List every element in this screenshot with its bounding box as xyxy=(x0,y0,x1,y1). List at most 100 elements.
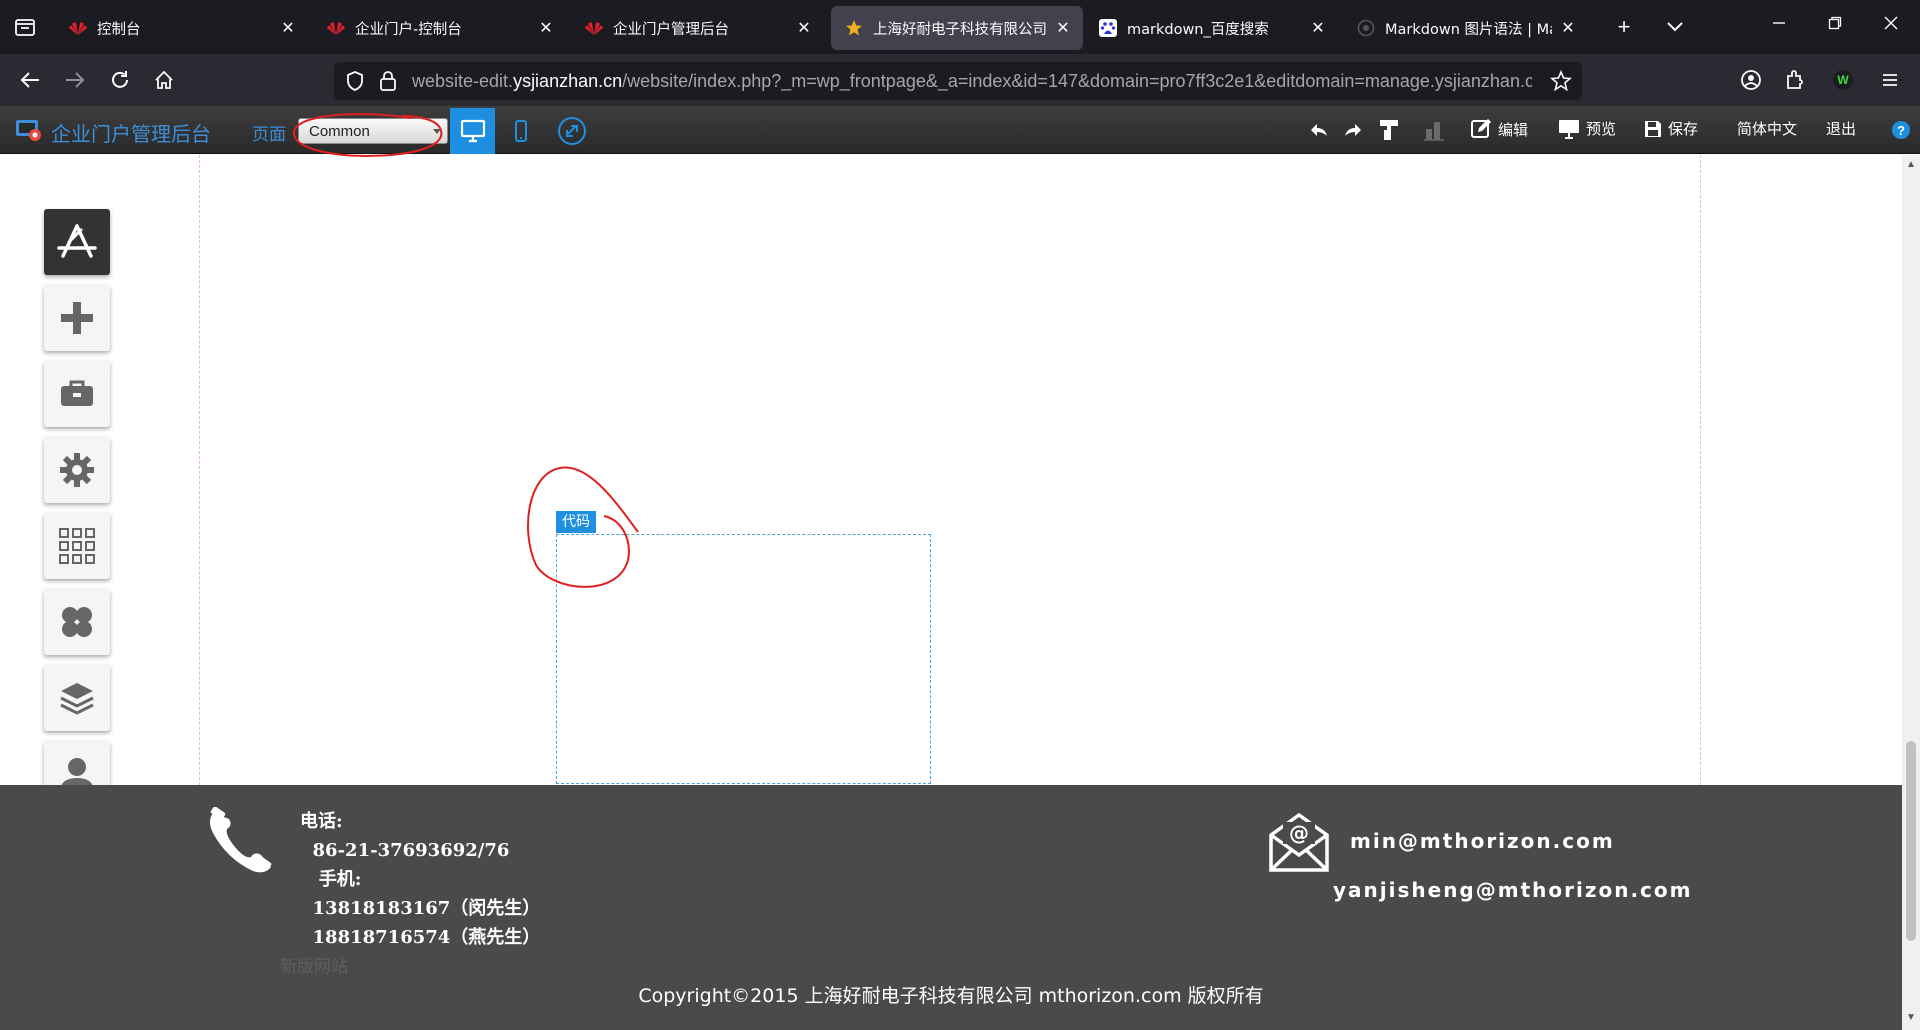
page-scrollbar[interactable]: ▲ ▼ xyxy=(1902,155,1920,1030)
close-icon[interactable]: ✕ xyxy=(794,18,814,38)
scroll-thumb[interactable] xyxy=(1906,741,1916,941)
cms-toolbar: 企业门户管理后台 页面 Common 编辑 预览 保存 简体中文 退出 ? xyxy=(0,106,1920,154)
page-canvas: 代码 电话: 86-21-37693692/76 手机: 13818183167… xyxy=(0,155,1902,1030)
forward-arrow-icon[interactable] xyxy=(59,64,91,96)
undo-icon[interactable] xyxy=(1307,118,1331,142)
close-icon[interactable]: ✕ xyxy=(536,18,556,38)
edit-button[interactable]: 编辑 xyxy=(1470,118,1528,140)
page-select[interactable]: Common xyxy=(298,118,448,144)
close-window-icon[interactable] xyxy=(1863,0,1919,46)
scroll-down-icon[interactable]: ▼ xyxy=(1905,1012,1917,1024)
browser-tab-strip: 控制台 ✕ 企业门户-控制台 ✕ 企业门户管理后台 ✕ 上海好耐电子科技有限公司… xyxy=(0,0,1920,54)
chevron-down-icon[interactable] xyxy=(1660,12,1690,42)
cms-logo-icon xyxy=(15,118,43,142)
settings-tool[interactable] xyxy=(44,437,110,503)
page-select-value: Common xyxy=(309,123,370,140)
phone-line: 86-21-37693692/76 xyxy=(300,840,510,861)
bookmark-star-icon[interactable] xyxy=(1550,69,1572,97)
desktop-view-button[interactable] xyxy=(450,108,495,154)
tab-list-icon[interactable] xyxy=(10,12,40,42)
email-link[interactable]: min@mthorizon.com xyxy=(1350,829,1615,853)
minimize-icon[interactable] xyxy=(1751,0,1807,46)
layers-icon xyxy=(60,683,94,715)
phone-line: 18818716574（燕先生） xyxy=(300,927,541,948)
monitor-icon xyxy=(1559,119,1579,139)
url-path: /website/index.php?_m=wp_frontpage&_a=in… xyxy=(622,71,1532,91)
shield-icon[interactable] xyxy=(344,70,366,97)
tab-title: 控制台 xyxy=(97,21,141,38)
phone-line: 电话: xyxy=(300,811,343,832)
menu-icon[interactable] xyxy=(1874,64,1906,96)
close-icon[interactable]: ✕ xyxy=(1053,18,1073,38)
reload-icon[interactable] xyxy=(104,64,136,96)
tab-portal-admin[interactable]: 企业门户管理后台 ✕ xyxy=(571,6,824,50)
help-icon[interactable]: ? xyxy=(1889,118,1913,142)
logout-label: 退出 xyxy=(1826,120,1857,138)
code-module-tag[interactable]: 代码 xyxy=(556,511,596,533)
lock-icon[interactable] xyxy=(377,70,399,97)
add-module-tool[interactable] xyxy=(44,285,110,351)
app-store-icon xyxy=(57,224,97,258)
preview-label: 预览 xyxy=(1586,120,1617,138)
chart-icon[interactable] xyxy=(1422,118,1446,142)
huawei-logo-icon xyxy=(327,19,345,37)
layers-tool[interactable] xyxy=(44,665,110,731)
mail-icon: @ xyxy=(1268,811,1330,873)
app-store-tool[interactable] xyxy=(44,209,110,275)
tab-title: 上海好耐电子科技有限公司 xyxy=(873,21,1047,38)
save-label: 保存 xyxy=(1668,120,1699,138)
logout-button[interactable]: 退出 xyxy=(1826,118,1856,139)
restore-icon[interactable] xyxy=(1807,0,1863,46)
monitor-icon xyxy=(460,119,485,143)
new-tab-icon[interactable]: + xyxy=(1609,12,1639,42)
url-bar[interactable]: website-edit.ysjianzhan.cn/website/index… xyxy=(334,62,1582,100)
caret-down-icon xyxy=(433,129,441,134)
clover-tool[interactable] xyxy=(44,589,110,655)
extensions-icon[interactable] xyxy=(1779,64,1811,96)
code-module[interactable] xyxy=(556,534,931,784)
site-logo-icon xyxy=(1357,19,1375,37)
tab-shanghai-haonai[interactable]: 上海好耐电子科技有限公司 ✕ xyxy=(831,6,1083,50)
mobile-view-button[interactable] xyxy=(498,108,543,154)
grid-icon xyxy=(59,528,95,564)
tab-portal-console[interactable]: 企业门户-控制台 ✕ xyxy=(313,6,566,50)
tab-console[interactable]: 控制台 ✕ xyxy=(55,6,308,50)
redo-icon[interactable] xyxy=(1341,118,1365,142)
cms-title: 企业门户管理后台 xyxy=(51,122,211,146)
back-arrow-icon[interactable] xyxy=(14,64,46,96)
new-site-link[interactable]: 新版网站 xyxy=(280,952,348,977)
url-text[interactable]: website-edit.ysjianzhan.cn/website/index… xyxy=(412,71,1532,92)
tab-title: 企业门户-控制台 xyxy=(355,21,462,38)
scroll-up-icon[interactable]: ▲ xyxy=(1905,159,1917,171)
link-button[interactable] xyxy=(549,108,594,154)
home-icon[interactable] xyxy=(148,64,180,96)
phone-icon xyxy=(514,120,527,142)
close-icon[interactable]: ✕ xyxy=(1558,18,1578,38)
account-icon[interactable] xyxy=(1735,64,1767,96)
preview-button[interactable]: 预览 xyxy=(1558,118,1616,139)
language-button[interactable]: 简体中文 xyxy=(1737,118,1797,139)
language-label: 简体中文 xyxy=(1737,120,1798,138)
close-icon[interactable]: ✕ xyxy=(278,18,298,38)
phone-info: 电话: 86-21-37693692/76 手机: 13818183167（闵先… xyxy=(300,807,540,952)
email-link[interactable]: yanjisheng@mthorizon.com xyxy=(1333,878,1693,902)
grid-tool[interactable] xyxy=(44,513,110,579)
baidu-logo-icon xyxy=(1099,19,1117,37)
browser-nav-bar: website-edit.ysjianzhan.cn/website/index… xyxy=(0,54,1920,106)
phone-line: 手机: xyxy=(300,869,362,890)
tab-markdown-image[interactable]: Markdown 图片语法 | Mar ✕ xyxy=(1343,6,1588,50)
extension-w-icon[interactable]: W xyxy=(1827,64,1859,96)
edit-label: 编辑 xyxy=(1498,120,1529,139)
format-painter-icon[interactable] xyxy=(1377,118,1401,142)
screen: 控制台 ✕ 企业门户-控制台 ✕ 企业门户管理后台 ✕ 上海好耐电子科技有限公司… xyxy=(0,0,1920,1030)
page-label: 页面 xyxy=(252,125,286,145)
toolbox-tool[interactable] xyxy=(44,361,110,427)
url-prefix: website-edit. xyxy=(412,71,514,91)
close-icon[interactable]: ✕ xyxy=(1308,18,1328,38)
tab-title: Markdown 图片语法 | Mar xyxy=(1385,21,1552,38)
tab-baidu-search[interactable]: markdown_百度搜索 ✕ xyxy=(1085,6,1338,50)
svg-text:W: W xyxy=(1837,73,1849,87)
svg-text:@: @ xyxy=(1289,821,1309,845)
save-button[interactable]: 保存 xyxy=(1644,118,1698,139)
site-footer: 电话: 86-21-37693692/76 手机: 13818183167（闵先… xyxy=(0,785,1902,1030)
